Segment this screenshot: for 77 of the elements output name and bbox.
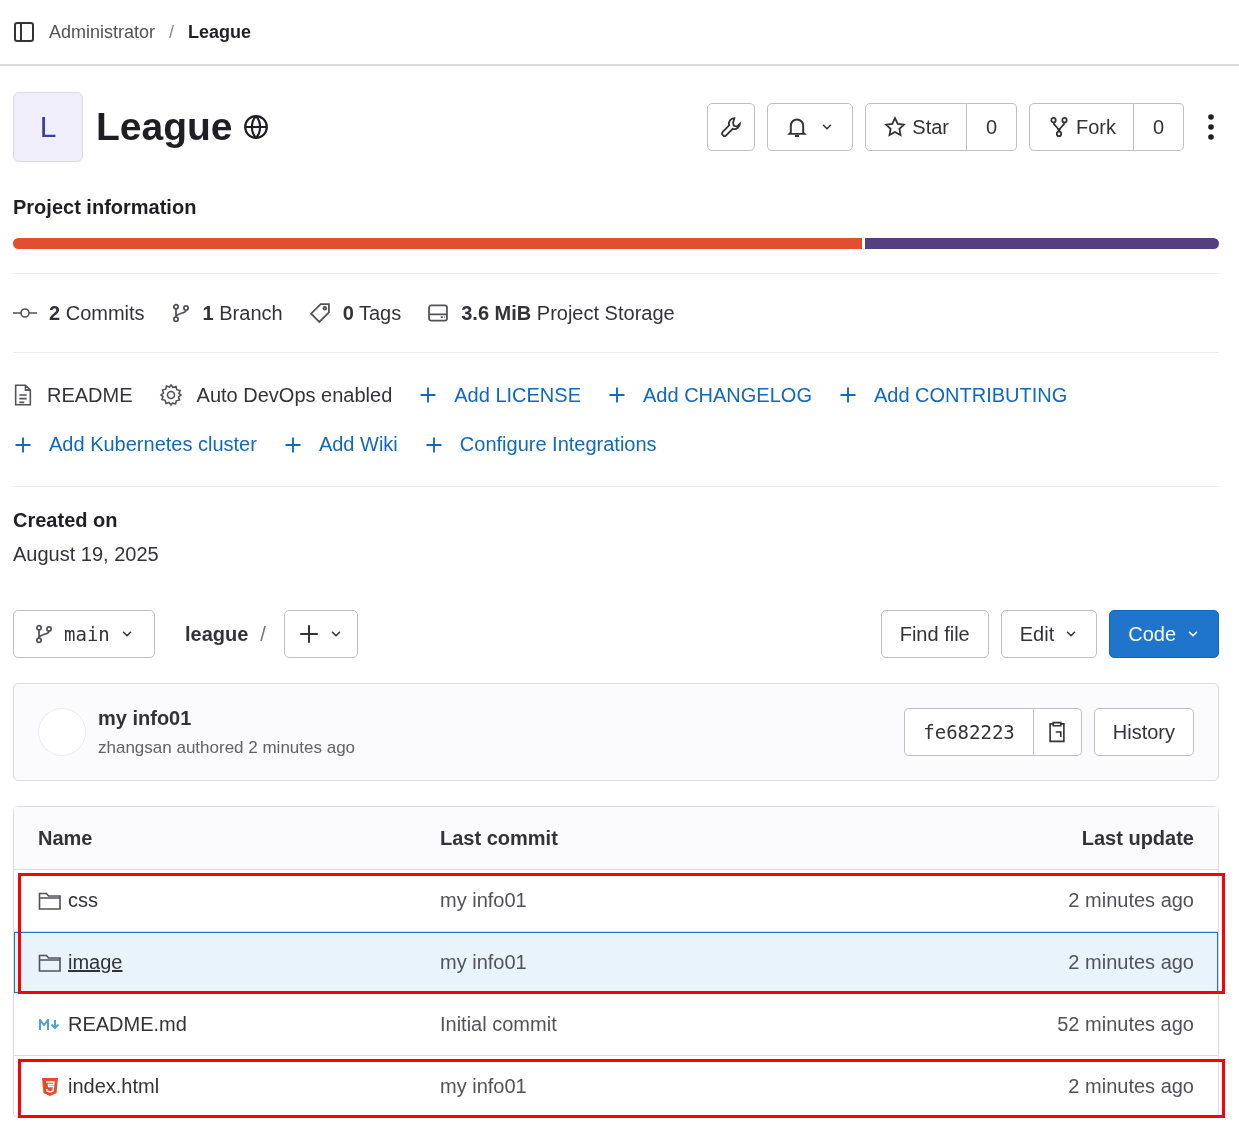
settings-button[interactable]	[707, 103, 756, 151]
created-date: August 19, 2025	[13, 543, 160, 566]
file-row[interactable]: index.html my info01 2 minutes ago	[14, 1055, 1218, 1117]
feature-label[interactable]: README	[47, 383, 133, 407]
clipboard-icon	[1047, 720, 1068, 744]
breadcrumb-separator: /	[169, 21, 175, 43]
bell-icon	[786, 116, 809, 138]
branch-icon	[170, 303, 191, 323]
add-link[interactable]: Add Wiki	[318, 433, 398, 456]
folder-icon	[38, 952, 62, 973]
add-dropdown[interactable]	[283, 610, 358, 658]
html-file-icon	[41, 1076, 59, 1097]
update-time: 2 minutes ago	[1068, 889, 1194, 912]
stat-link[interactable]: 1 Branch	[202, 301, 283, 325]
wrench-icon	[720, 116, 743, 138]
add-link[interactable]: Add LICENSE	[454, 383, 581, 407]
fork-button[interactable]: Fork	[1029, 103, 1134, 151]
sidebar-toggle-icon[interactable]	[13, 21, 35, 43]
stat-link[interactable]: 3.6 MiB Project Storage	[461, 301, 675, 325]
document-icon	[13, 384, 33, 406]
copy-button[interactable]	[1033, 708, 1082, 756]
branch-icon	[34, 624, 54, 644]
code-dropdown[interactable]: Code	[1109, 610, 1219, 658]
update-time: 52 minutes ago	[1057, 1013, 1194, 1036]
breadcrumb-link[interactable]: League	[188, 21, 252, 43]
globe-icon	[242, 114, 269, 140]
star-icon	[884, 116, 907, 138]
markdown-icon	[39, 1018, 61, 1031]
more-options-icon[interactable]	[1208, 114, 1214, 140]
add-link[interactable]: Add CONTRIBUTING	[873, 383, 1068, 407]
project-avatar: L	[13, 92, 83, 162]
file-name-link[interactable]: css	[68, 889, 98, 912]
fork-icon	[1048, 116, 1070, 138]
update-time: 2 minutes ago	[1068, 1075, 1194, 1098]
file-row[interactable]: README.md Initial commit 52 minutes ago	[14, 993, 1218, 1055]
section-heading: Project information	[13, 196, 198, 220]
file-row[interactable]: image my info01 2 minutes ago	[14, 931, 1218, 993]
find-file-button[interactable]: Find file	[880, 610, 989, 658]
file-name-link[interactable]: index.html	[68, 1075, 160, 1098]
plus-icon	[607, 385, 627, 405]
stat-link[interactable]: 2 Commits	[49, 301, 145, 325]
column-header: Last update	[1081, 826, 1194, 850]
edit-dropdown[interactable]: Edit	[1000, 610, 1098, 658]
file-name-link[interactable]: README.md	[68, 1013, 187, 1036]
notification-dropdown[interactable]	[767, 103, 854, 151]
created-label: Created on	[13, 509, 119, 532]
commit-title-link[interactable]: my info01	[98, 706, 905, 730]
commit-message-link[interactable]: Initial commit	[440, 1013, 1058, 1036]
stat-link[interactable]: 0 Tags	[342, 301, 402, 325]
update-time: 2 minutes ago	[1068, 951, 1194, 974]
add-link[interactable]: Add Kubernetes cluster	[49, 433, 257, 456]
commit-message-link[interactable]: my info01	[440, 951, 1069, 974]
fork-count[interactable]: 0	[1134, 103, 1184, 151]
project-title: League	[96, 105, 233, 149]
column-header: Last commit	[440, 826, 559, 850]
commit-author-line: zhangsan authored 2 minutes ago	[98, 737, 357, 758]
branch-dropdown[interactable]: main	[13, 610, 155, 658]
repository-path-link[interactable]: league	[185, 622, 249, 646]
file-name-link[interactable]: image	[68, 951, 123, 974]
storage-icon	[427, 302, 450, 324]
tag-icon	[308, 302, 331, 324]
breadcrumb-link[interactable]: Administrator	[49, 21, 156, 43]
star-count[interactable]: 0	[967, 103, 1017, 151]
commit-sha: fe682223	[904, 708, 1034, 756]
history-button[interactable]: History	[1093, 708, 1194, 756]
commit-message-link[interactable]: my info01	[440, 889, 1069, 912]
plus-icon	[298, 624, 319, 644]
add-link[interactable]: Add CHANGELOG	[643, 383, 812, 407]
gear-icon	[158, 383, 183, 407]
path-separator: /	[260, 622, 266, 646]
plus-icon	[418, 385, 439, 405]
feature-label: Auto DevOps enabled	[196, 383, 393, 407]
folder-icon	[38, 890, 62, 911]
commit-message-link[interactable]: my info01	[440, 1075, 1069, 1098]
star-button[interactable]: Star	[865, 103, 967, 151]
column-header: Name	[38, 826, 94, 850]
add-link[interactable]: Configure Integrations	[459, 433, 657, 456]
